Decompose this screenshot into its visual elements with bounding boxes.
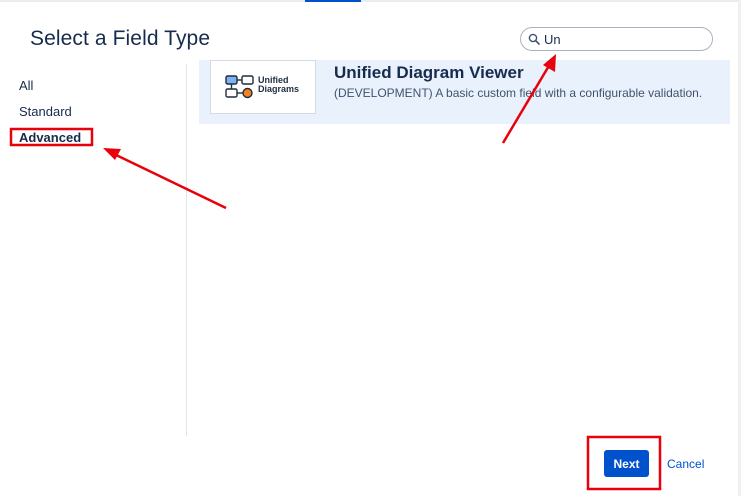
- search-field[interactable]: [520, 27, 713, 51]
- field-type-description: (DEVELOPMENT) A basic custom field with …: [334, 86, 703, 100]
- unified-diagrams-logo: Unified Diagrams: [210, 60, 316, 114]
- logo-text-line2: Diagrams: [258, 84, 300, 94]
- field-type-row-unified-diagram-viewer[interactable]: Unified Diagrams Unified Diagram Viewer …: [199, 60, 730, 124]
- sidebar-divider: [186, 64, 187, 436]
- sidebar-item-advanced[interactable]: Advanced: [19, 130, 81, 145]
- search-input[interactable]: [544, 30, 704, 48]
- field-type-name: Unified Diagram Viewer: [334, 63, 524, 82]
- cancel-link[interactable]: Cancel: [667, 457, 704, 471]
- window-top-border: [0, 0, 741, 2]
- logo-wordmark: Unified Diagrams: [258, 76, 299, 94]
- next-button[interactable]: Next: [604, 450, 649, 477]
- dialog-title: Select a Field Type: [30, 27, 211, 50]
- sidebar-item-all[interactable]: All: [19, 78, 33, 93]
- search-icon: [528, 33, 540, 45]
- field-category-sidebar: [0, 64, 186, 436]
- diagram-icon: [225, 75, 254, 99]
- active-tab-indicator: [305, 0, 361, 2]
- sidebar-item-standard[interactable]: Standard: [19, 104, 72, 119]
